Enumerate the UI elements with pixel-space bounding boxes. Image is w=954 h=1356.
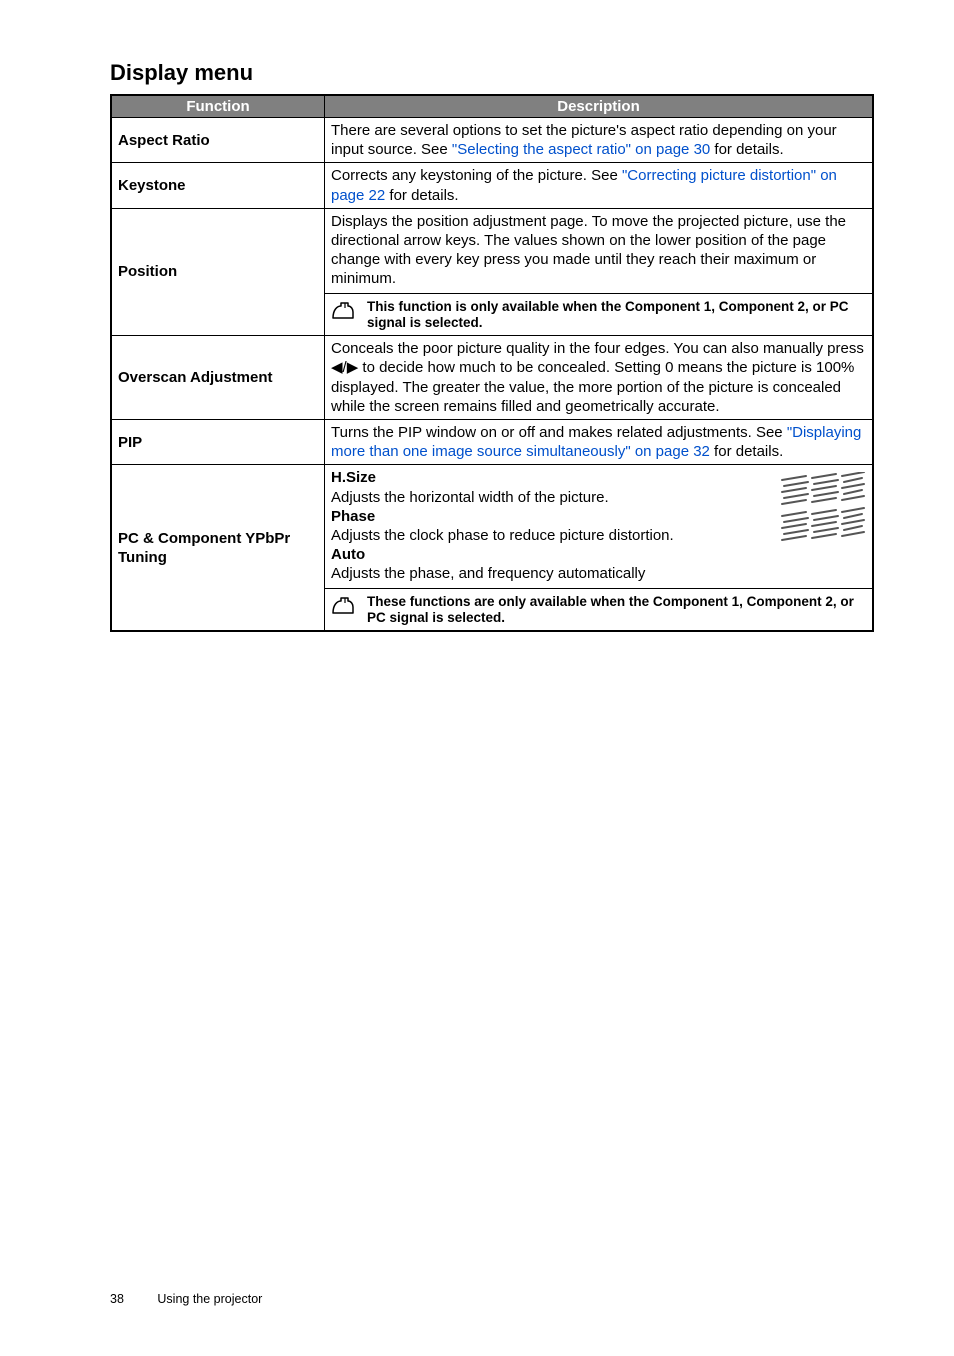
header-function: Function: [111, 95, 325, 118]
text: for details.: [710, 141, 783, 158]
desc-pip: Turns the PIP window on or off and makes…: [325, 420, 874, 465]
desc-aspect-ratio: There are several options to set the pic…: [325, 118, 874, 163]
note-text: This function is only available when the…: [367, 299, 866, 333]
table-row: Keystone Corrects any keystoning of the …: [111, 163, 873, 208]
text: Displays the position adjustment page. T…: [331, 212, 866, 289]
desc-overscan: Conceals the poor picture quality in the…: [325, 336, 874, 420]
text: Corrects any keystoning of the picture. …: [331, 167, 622, 184]
page-number: 38: [110, 1292, 124, 1306]
table-row: PC & Component YPbPr Tuning H.Size Adjus…: [111, 465, 873, 631]
table-row: Position Displays the position adjustmen…: [111, 208, 873, 336]
text: for details.: [710, 443, 783, 460]
divider: [325, 588, 872, 589]
sub-body-auto: Adjusts the phase, and frequency automat…: [331, 564, 768, 583]
desc-position: Displays the position adjustment page. T…: [325, 208, 874, 336]
page-footer: 38 Using the projector: [110, 1292, 262, 1306]
note-pc-component: These functions are only available when …: [331, 592, 866, 628]
fn-aspect-ratio: Aspect Ratio: [111, 118, 325, 163]
table-row: Aspect Ratio There are several options t…: [111, 118, 873, 163]
header-description: Description: [325, 95, 874, 118]
note-position: This function is only available when the…: [331, 297, 866, 333]
display-menu-table: Function Description Aspect Ratio There …: [110, 94, 874, 632]
table-row: Overscan Adjustment Conceals the poor pi…: [111, 336, 873, 420]
phase-distortion-icon: [778, 472, 866, 542]
text: for details.: [385, 187, 458, 204]
footer-section-name: Using the projector: [157, 1292, 262, 1306]
note-text: These functions are only available when …: [367, 594, 866, 628]
fn-keystone: Keystone: [111, 163, 325, 208]
hand-note-icon: [331, 596, 357, 616]
sub-body-phase: Adjusts the clock phase to reduce pictur…: [331, 526, 768, 545]
sub-body-hsize: Adjusts the horizontal width of the pict…: [331, 488, 768, 507]
fn-pc-component: PC & Component YPbPr Tuning: [111, 465, 325, 631]
sub-head-phase: Phase: [331, 507, 768, 526]
fn-position: Position: [111, 208, 325, 336]
table-row: PIP Turns the PIP window on or off and m…: [111, 420, 873, 465]
divider: [325, 293, 872, 294]
hand-note-icon: [331, 301, 357, 321]
sub-head-hsize: H.Size: [331, 468, 768, 487]
section-title: Display menu: [110, 60, 874, 86]
desc-pc-component: H.Size Adjusts the horizontal width of t…: [325, 465, 874, 631]
text: Turns the PIP window on or off and makes…: [331, 424, 787, 441]
fn-overscan: Overscan Adjustment: [111, 336, 325, 420]
fn-pip: PIP: [111, 420, 325, 465]
sub-head-auto: Auto: [331, 545, 768, 564]
desc-keystone: Corrects any keystoning of the picture. …: [325, 163, 874, 208]
link-aspect-ratio[interactable]: "Selecting the aspect ratio" on page 30: [452, 141, 710, 158]
